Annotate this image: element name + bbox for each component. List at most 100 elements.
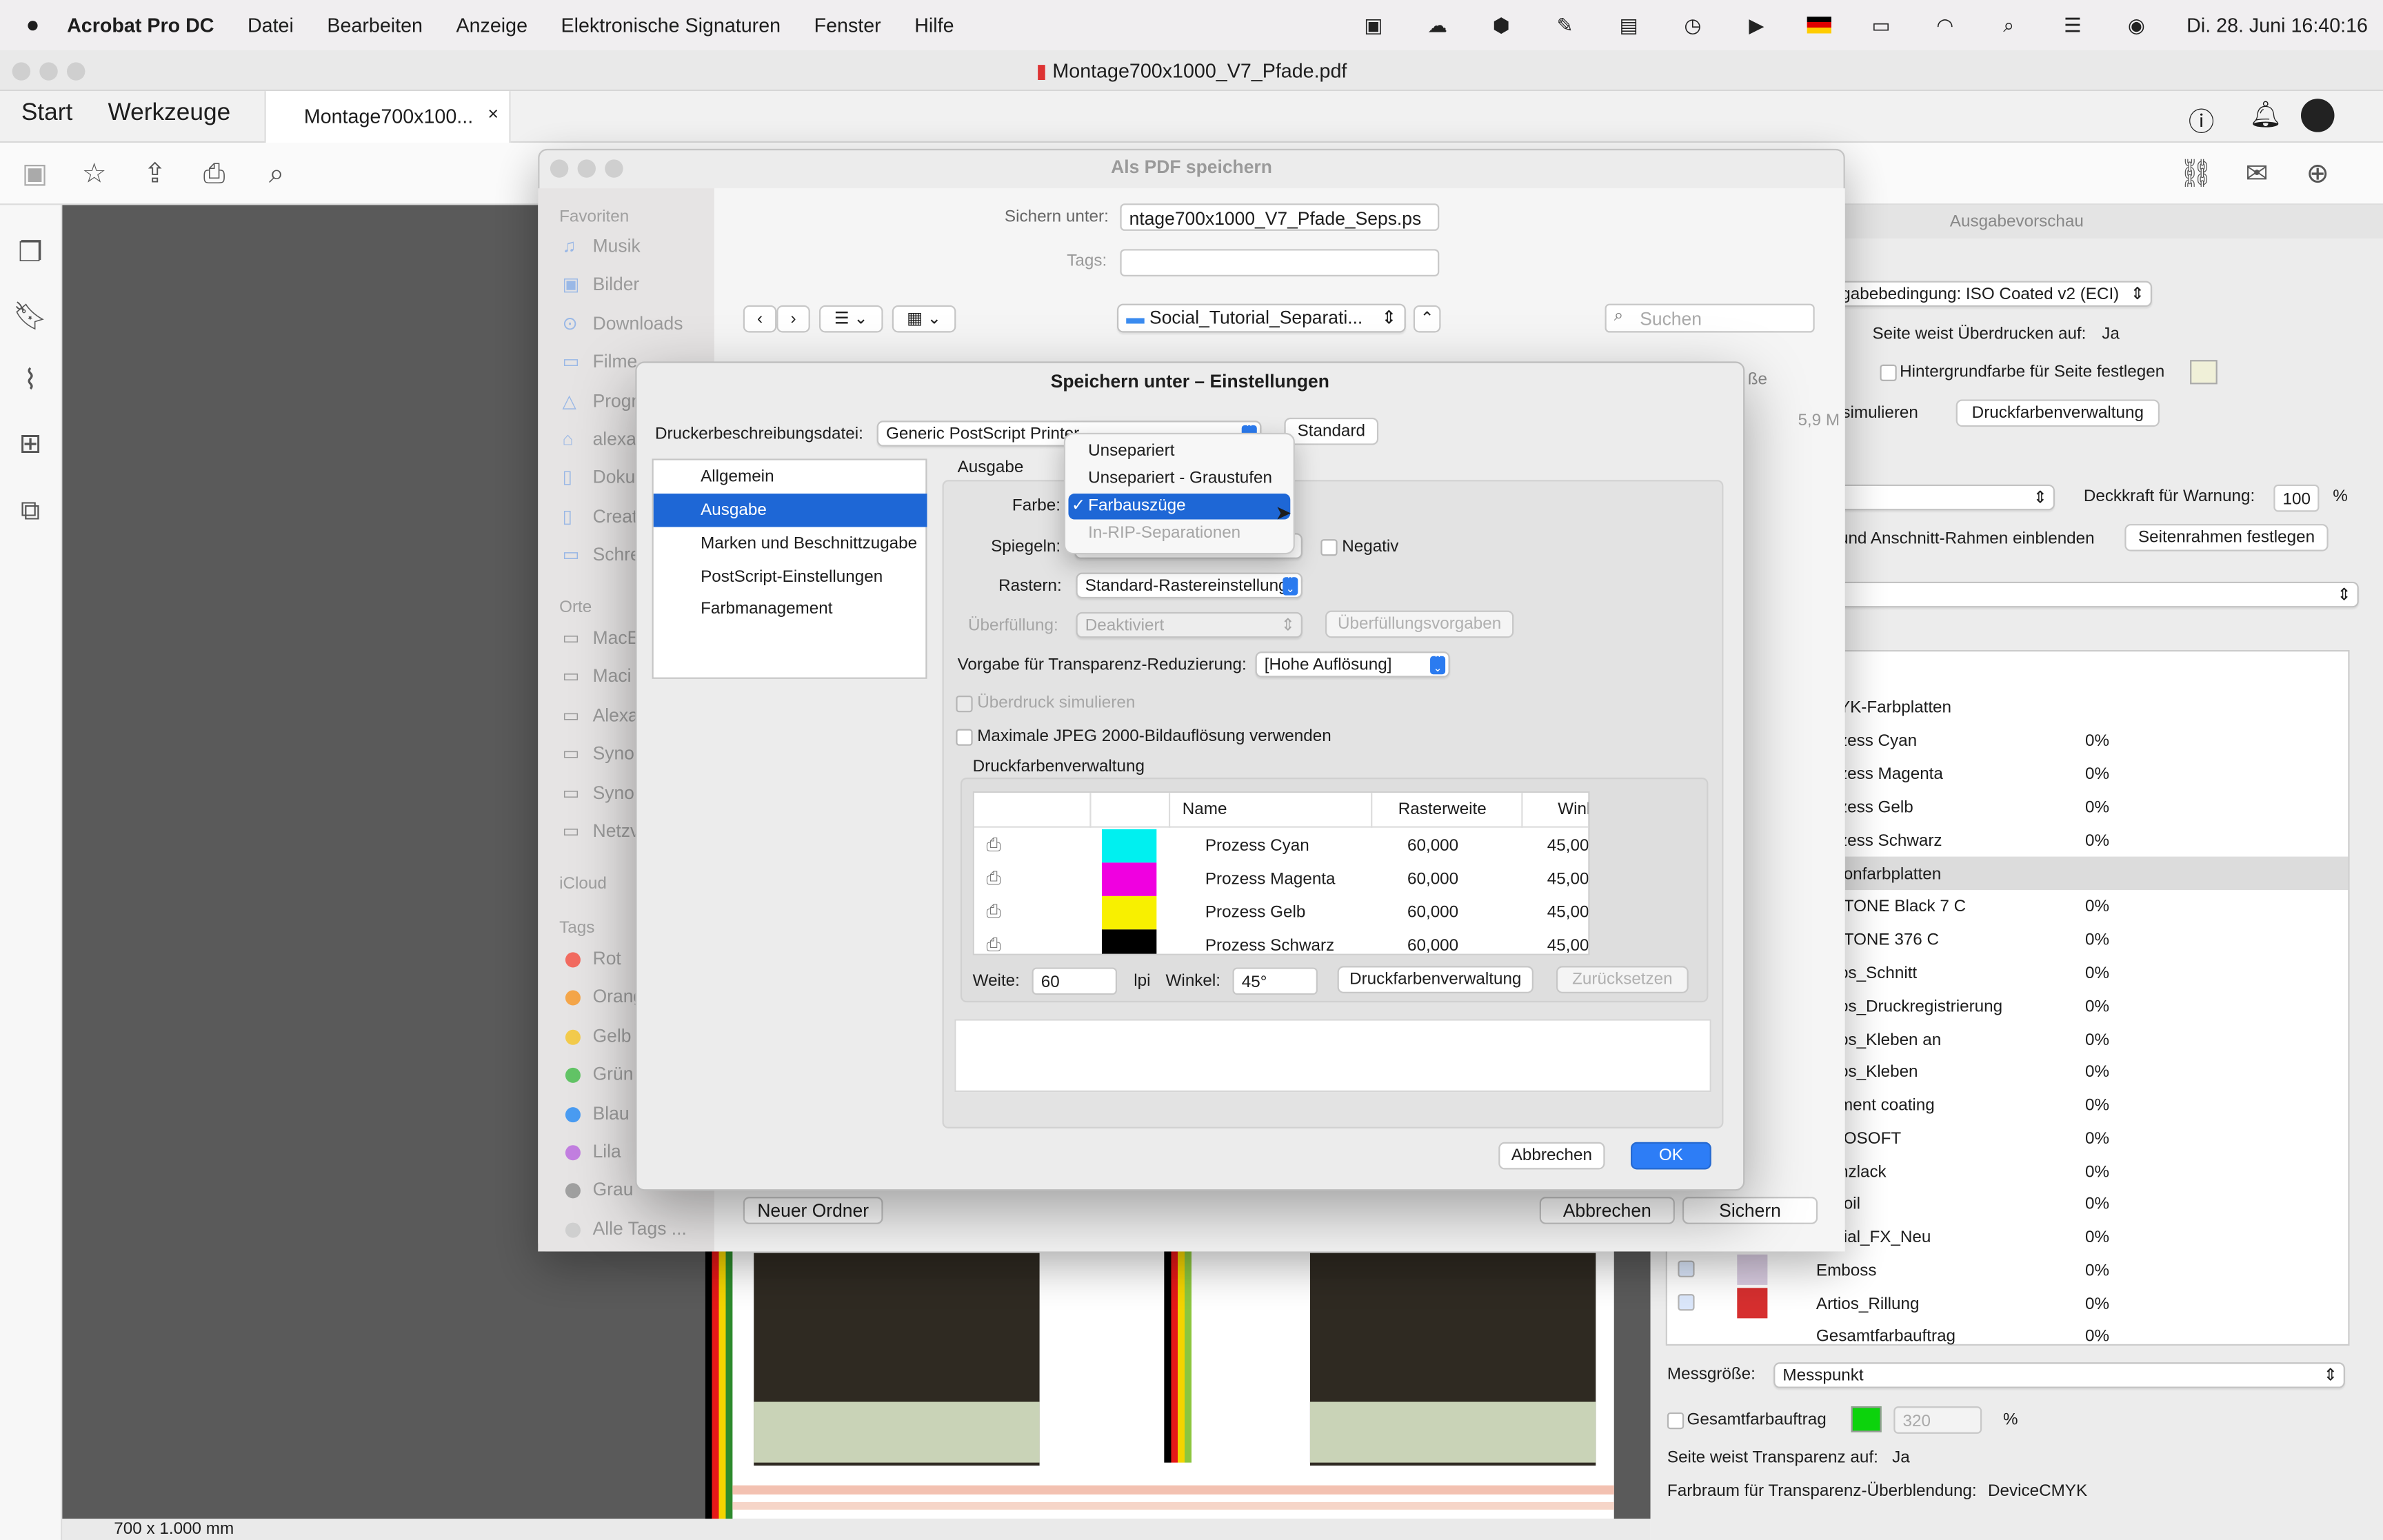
sidebar-item-favorite[interactable]: Filme: [593, 351, 638, 372]
attachment-icon[interactable]: ⌇: [14, 363, 47, 396]
bg-color-checkbox[interactable]: [1880, 364, 1897, 382]
rillung-checkbox[interactable]: [1678, 1294, 1695, 1311]
sidebar-item-place[interactable]: Alexa: [593, 705, 639, 726]
tab-tools[interactable]: Werkzeuge: [108, 100, 230, 128]
col-angle[interactable]: Winkel: [1558, 800, 1588, 818]
menu-item-unsepariert[interactable]: Unsepariert: [1068, 439, 1290, 465]
display-icon[interactable]: ▤: [1615, 13, 1642, 37]
sidebar-item-favorite[interactable]: Downloads: [593, 312, 683, 334]
forward-button[interactable]: ›: [776, 305, 810, 333]
pages-icon[interactable]: ❐: [14, 235, 47, 268]
separation-row[interactable]: Emboss 0%: [1687, 1255, 2356, 1288]
sidebar-item-favorite[interactable]: Bilder: [593, 274, 640, 295]
size-column-header[interactable]: ße: [1748, 371, 1767, 389]
ink-manager-button[interactable]: Druckfarbenverwaltung: [1337, 966, 1534, 993]
window-close-button[interactable]: [12, 62, 31, 81]
menu-item-in-rip[interactable]: In-RIP-Separationen: [1068, 521, 1290, 547]
emboss-checkbox[interactable]: [1678, 1260, 1695, 1277]
battery-icon[interactable]: ▭: [1867, 13, 1895, 37]
sidebar-item-tag[interactable]: Blau: [593, 1102, 630, 1124]
menu-fenster[interactable]: Fenster: [814, 14, 881, 37]
search-input[interactable]: Suchen: [1605, 303, 1815, 333]
menu-anzeige[interactable]: Anzeige: [456, 14, 527, 37]
wifi-icon[interactable]: ◠: [1931, 13, 1959, 37]
negativ-checkbox[interactable]: [1320, 539, 1338, 556]
save-dialog-minimize[interactable]: [577, 159, 596, 178]
tab-document[interactable]: Montage700x100... ×: [264, 91, 511, 143]
search-icon[interactable]: ⌕: [1995, 13, 2022, 37]
settings-cancel-button[interactable]: Abbrechen: [1498, 1142, 1605, 1170]
folder-select[interactable]: ▬ Social_Tutorial_Separati... ⇕: [1117, 303, 1406, 333]
app-b-icon[interactable]: ▣: [1360, 13, 1387, 37]
settings-nav-item[interactable]: PostScript-Einstellungen: [701, 568, 883, 586]
transparency-preset-select[interactable]: [Hohe Auflösung] ⌃ ⌄: [1255, 651, 1450, 678]
menu-hilfe[interactable]: Hilfe: [914, 14, 954, 37]
settings-nav-item[interactable]: Ausgabe: [701, 501, 767, 519]
sidebar-item-place[interactable]: MacE: [593, 627, 640, 649]
gesamt-swatch[interactable]: [1851, 1406, 1882, 1432]
sidebar-item-favorite[interactable]: Progr: [593, 389, 638, 411]
sidebar-item-favorite[interactable]: Creat: [593, 505, 638, 527]
save-dialog-close[interactable]: [550, 159, 569, 178]
save-cancel-button[interactable]: Abbrechen: [1539, 1197, 1675, 1224]
cloud-upload-icon[interactable]: ⇪: [139, 156, 172, 190]
jpeg-checkbox[interactable]: [956, 729, 973, 746]
printer-icon[interactable]: ⎙: [986, 834, 1001, 857]
siri-icon[interactable]: ◉: [2123, 13, 2151, 37]
ink-row[interactable]: ⎙ Prozess Gelb 60,000 45,00: [974, 895, 1588, 930]
sidebar-item-tag[interactable]: Grün: [593, 1064, 634, 1085]
menu-bearbeiten[interactable]: Bearbeiten: [327, 14, 423, 37]
gesamt-checkbox[interactable]: [1667, 1412, 1685, 1430]
avatar[interactable]: [2301, 99, 2335, 132]
winkel-input[interactable]: 45°: [1232, 967, 1318, 995]
col-name[interactable]: Name: [1183, 800, 1227, 818]
rastern-select[interactable]: Standard-Rastereinstellung ⌃ ⌄: [1076, 572, 1303, 599]
gesamt-input[interactable]: 320: [1893, 1406, 1982, 1434]
opacity-input[interactable]: 100: [2273, 484, 2320, 512]
ueberfuellung-button[interactable]: Überfüllungsvorgaben: [1325, 610, 1514, 638]
warning-select[interactable]: ⇕: [1838, 484, 2055, 511]
structure-icon[interactable]: ⊞: [14, 427, 47, 460]
sidebar-item-favorite[interactable]: Schre: [593, 544, 641, 565]
new-folder-button[interactable]: Neuer Ordner: [743, 1197, 883, 1224]
window-zoom-button[interactable]: [66, 62, 86, 81]
sidebar-item-tag[interactable]: Rot: [593, 948, 621, 969]
page-frames-button[interactable]: Seitenrahmen festlegen: [2124, 524, 2329, 551]
menu-item-farbauszuege[interactable]: ✓ Farbauszüge: [1068, 494, 1291, 520]
menu-datei[interactable]: Datei: [248, 14, 294, 37]
output-condition-select[interactable]: sgabebedingung: ISO Coated v2 (ECI) ⇕: [1823, 281, 2153, 307]
settings-nav-item[interactable]: Marken und Beschnittzugabe: [701, 535, 917, 553]
time-machine-icon[interactable]: ◷: [1679, 13, 1707, 37]
sidebar-item-tag[interactable]: Alle Tags ...: [593, 1218, 687, 1239]
col-ruling[interactable]: Rasterweite: [1398, 800, 1487, 818]
mail-icon[interactable]: ✉: [2240, 156, 2273, 190]
ok-button[interactable]: OK: [1630, 1142, 1711, 1170]
sidebar-item-favorite[interactable]: Musik: [593, 235, 641, 256]
settings-nav-item[interactable]: Farbmanagement: [701, 600, 832, 618]
menu-signaturen[interactable]: Elektronische Signaturen: [561, 14, 781, 37]
printer-icon[interactable]: ⎙: [986, 867, 1001, 890]
sidebar-item-tag[interactable]: Grau: [593, 1179, 634, 1201]
sidebar-item-place[interactable]: Maci: [593, 666, 632, 687]
ink-row[interactable]: ⎙ Prozess Magenta 60,000 45,00: [974, 862, 1588, 896]
settings-nav-item[interactable]: Allgemein: [701, 468, 774, 486]
tab-start[interactable]: Start: [21, 100, 72, 128]
save-icon[interactable]: ▣: [18, 156, 51, 190]
messgroesse-select[interactable]: Messpunkt ⇕: [1773, 1362, 2345, 1388]
printer-icon[interactable]: ⎙: [986, 900, 1001, 923]
save-button[interactable]: Sichern: [1682, 1197, 1818, 1224]
ueberfuellung-select[interactable]: Deaktiviert ⇕: [1076, 611, 1303, 638]
reset-button[interactable]: Zurücksetzen: [1556, 966, 1689, 993]
separation-row[interactable]: Gesamtfarbauftrag 0%: [1687, 1320, 2356, 1353]
ueberdruck-checkbox[interactable]: [956, 696, 973, 713]
window-minimize-button[interactable]: [39, 62, 58, 81]
play-icon[interactable]: ▶: [1743, 13, 1771, 37]
back-button[interactable]: ‹: [743, 305, 777, 333]
bookmark-icon[interactable]: 🔖︎: [13, 299, 48, 332]
save-dialog-zoom[interactable]: [605, 159, 623, 178]
control-center-icon[interactable]: ☰: [2059, 13, 2087, 37]
grid-view-button[interactable]: ▦ ⌄: [892, 305, 956, 333]
ink-row[interactable]: ⎙ Prozess Cyan 60,000 45,00: [974, 829, 1588, 863]
sidebar-item-place[interactable]: Syno: [593, 743, 634, 764]
printer-icon[interactable]: ⎙: [986, 934, 1001, 954]
